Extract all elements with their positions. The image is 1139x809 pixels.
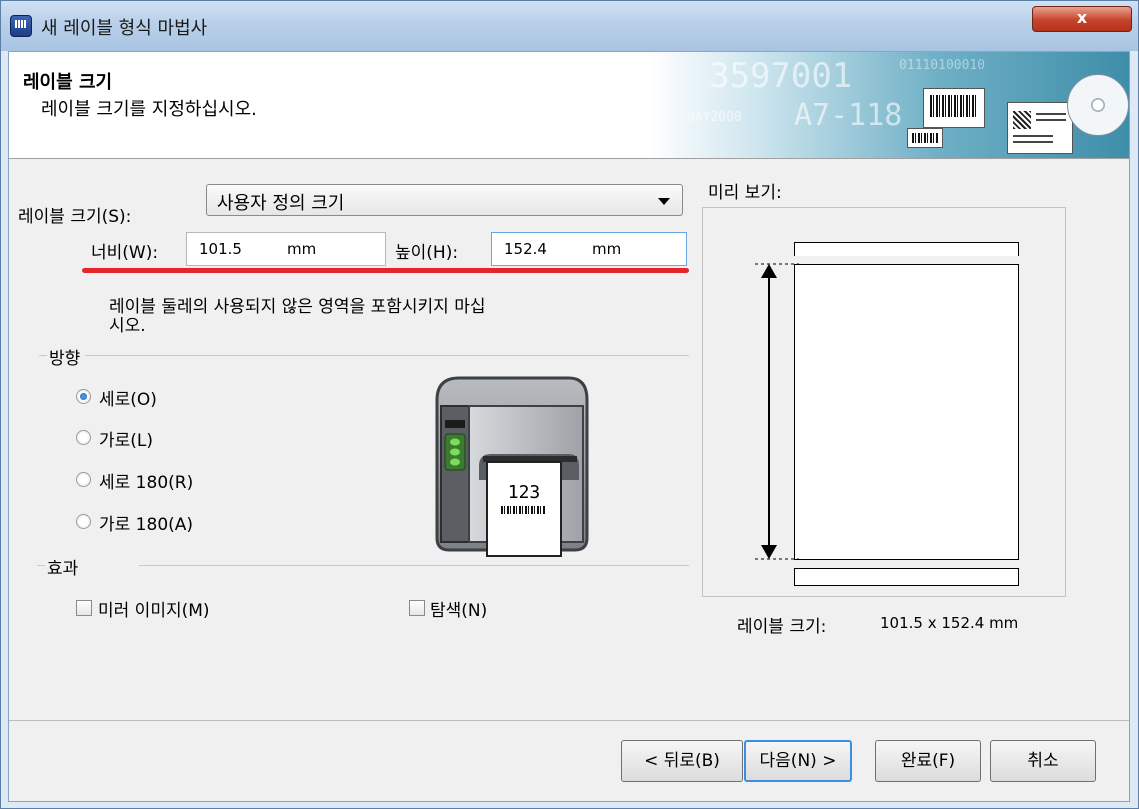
wizard-body: 레이블 크기 레이블 크기를 지정하십시오. 3597001 011101000… bbox=[8, 51, 1130, 802]
banner-code: A7-118 bbox=[794, 98, 903, 133]
radio-landscape-180-label: 가로 180(A) bbox=[99, 515, 194, 535]
height-unit: mm bbox=[592, 240, 622, 258]
preview-size-caption: 레이블 크기: bbox=[737, 617, 827, 637]
preview-next-label bbox=[794, 568, 1019, 586]
close-icon: x bbox=[1076, 8, 1088, 27]
orientation-group-label: 방향 bbox=[49, 349, 81, 369]
size-note-line1: 레이블 둘레의 사용되지 않은 영역을 포함시키지 마십 bbox=[109, 297, 486, 317]
printer-icon bbox=[435, 376, 589, 557]
header-banner-image: 3597001 01110100010 A7-118 9AY2000 bbox=[649, 52, 1129, 158]
banner-number: 3597001 bbox=[709, 56, 853, 96]
width-unit: mm bbox=[287, 240, 317, 258]
printed-label-number: 123 bbox=[507, 482, 541, 503]
close-button[interactable]: x bbox=[1032, 6, 1132, 32]
wizard-window: 새 레이블 형식 마법사 x 레이블 크기 레이블 크기를 지정하십시오. 35… bbox=[0, 0, 1139, 809]
width-caption: 너비(W): bbox=[91, 243, 159, 263]
label-size-caption: 레이블 크기(S): bbox=[18, 207, 132, 227]
chevron-down-icon bbox=[658, 198, 670, 205]
preview-prev-label bbox=[794, 242, 1019, 256]
height-value: 152.4 bbox=[504, 240, 547, 258]
radio-landscape-180-circle[interactable] bbox=[76, 514, 91, 529]
radio-landscape-label: 가로(L) bbox=[99, 431, 154, 451]
label-size-selected: 사용자 정의 크기 bbox=[217, 193, 345, 214]
banner-bits: 01110100010 bbox=[899, 58, 986, 73]
printer-illustration: 123 bbox=[419, 370, 591, 560]
height-caption: 높이(H): bbox=[395, 243, 459, 263]
radio-portrait-180-circle[interactable] bbox=[76, 472, 91, 487]
preview-caption: 미리 보기: bbox=[708, 183, 782, 203]
height-field[interactable]: 152.4 mm bbox=[491, 232, 687, 266]
effects-group-label: 효과 bbox=[47, 559, 79, 579]
small-barcode-icon bbox=[907, 128, 943, 148]
barcode-tag-icon bbox=[923, 88, 985, 128]
window-title: 새 레이블 형식 마법사 bbox=[41, 18, 208, 39]
mirror-image-label: 미러 이미지(M) bbox=[98, 601, 210, 621]
preview-size-value: 101.5 x 152.4 mm bbox=[880, 614, 1019, 632]
width-field[interactable]: 101.5 mm bbox=[186, 232, 386, 266]
cd-label-icon bbox=[1067, 74, 1129, 136]
wizard-header: 레이블 크기 레이블 크기를 지정하십시오. 3597001 011101000… bbox=[9, 52, 1129, 159]
printed-barcode-icon bbox=[501, 506, 545, 514]
orientation-group-line bbox=[85, 355, 689, 356]
title-bar[interactable]: 새 레이블 형식 마법사 x bbox=[1, 1, 1138, 51]
width-value: 101.5 bbox=[199, 240, 242, 258]
back-button[interactable]: < 뒤로(B) bbox=[621, 740, 743, 782]
radio-portrait-180-label: 세로 180(R) bbox=[99, 473, 194, 493]
search-label: 탐색(N) bbox=[430, 601, 488, 621]
red-underline-annotation bbox=[82, 268, 689, 273]
page-subtitle: 레이블 크기를 지정하십시오. bbox=[41, 99, 257, 120]
label-preview-panel bbox=[702, 207, 1066, 597]
cancel-button[interactable]: 취소 bbox=[990, 740, 1096, 782]
page-title: 레이블 크기 bbox=[23, 72, 113, 93]
finish-button[interactable]: 완료(F) bbox=[875, 740, 981, 782]
label-size-dropdown[interactable]: 사용자 정의 크기 bbox=[206, 184, 683, 216]
height-dimension-arrow-icon bbox=[755, 263, 799, 560]
size-note-line2: 시오. bbox=[109, 316, 146, 336]
shipping-label-icon bbox=[1007, 102, 1073, 154]
radio-portrait-circle[interactable] bbox=[76, 389, 91, 404]
app-icon bbox=[10, 15, 32, 37]
radio-landscape-circle[interactable] bbox=[76, 430, 91, 445]
radio-portrait-label: 세로(O) bbox=[99, 390, 157, 410]
button-bar-divider bbox=[9, 720, 1129, 721]
mirror-image-box[interactable] bbox=[76, 600, 92, 616]
preview-label bbox=[794, 264, 1019, 560]
next-button[interactable]: 다음(N) > bbox=[744, 740, 852, 782]
search-box[interactable] bbox=[409, 600, 425, 616]
banner-small-code: 9AY2000 bbox=[687, 110, 742, 125]
effects-group-line bbox=[139, 565, 689, 566]
